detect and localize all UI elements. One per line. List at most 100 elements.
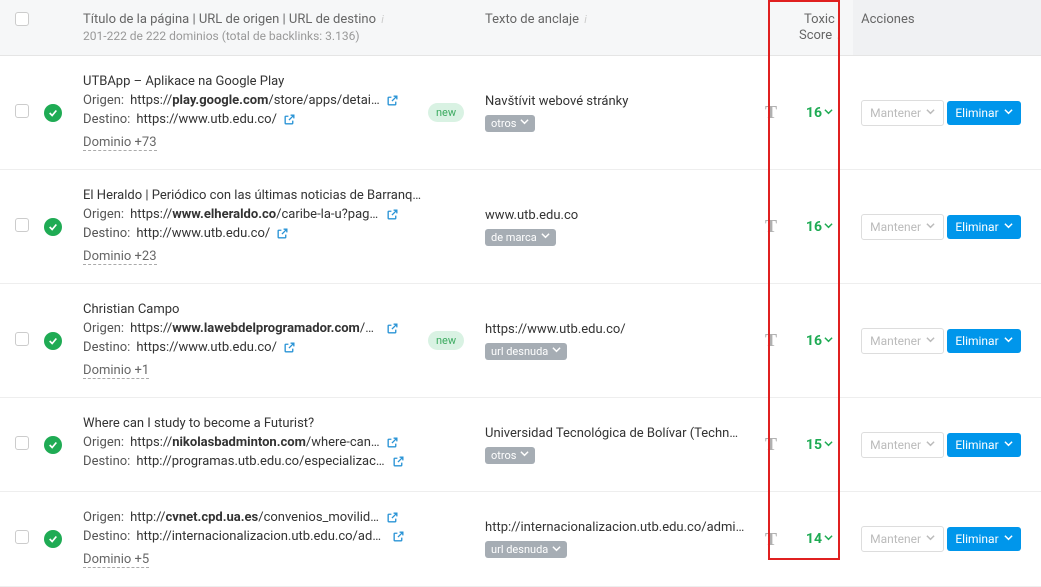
title-header-subtext: 201-222 de 222 dominios (total de backli… bbox=[83, 29, 469, 43]
keep-button[interactable]: Mantener bbox=[861, 214, 944, 240]
chevron-down-icon bbox=[824, 439, 833, 451]
external-link-icon[interactable] bbox=[386, 436, 399, 449]
external-link-icon[interactable] bbox=[283, 341, 296, 354]
row-checkbox[interactable] bbox=[15, 104, 29, 118]
external-link-icon[interactable] bbox=[392, 455, 405, 468]
info-icon[interactable]: i bbox=[584, 13, 587, 26]
delete-button[interactable]: Eliminar bbox=[947, 329, 1020, 353]
row-checkbox[interactable] bbox=[15, 218, 29, 232]
delete-button[interactable]: Eliminar bbox=[947, 101, 1020, 125]
chevron-down-icon bbox=[926, 439, 935, 451]
chevron-down-icon bbox=[552, 345, 561, 357]
anchor-tag-dropdown[interactable]: url desnuda bbox=[485, 541, 567, 558]
title-header[interactable]: Título de la página | URL de origen | UR… bbox=[75, 0, 477, 56]
destination-label: Destino: bbox=[83, 340, 130, 355]
toxic-score[interactable]: 14 bbox=[806, 531, 833, 547]
new-badge: new bbox=[428, 331, 464, 350]
actions-header-label: Acciones bbox=[861, 12, 914, 27]
external-link-icon[interactable] bbox=[386, 208, 399, 221]
chevron-down-icon bbox=[1004, 221, 1013, 233]
title-header-label: Título de la página | URL de origen | UR… bbox=[83, 12, 376, 27]
toxic-score[interactable]: 16 bbox=[806, 333, 833, 349]
keep-button[interactable]: Mantener bbox=[861, 432, 944, 458]
backlinks-table: Título de la página | URL de origen | UR… bbox=[0, 0, 1041, 587]
select-all-checkbox[interactable] bbox=[15, 12, 29, 26]
anchor-text: http://internacionalizacion.utb.edu.co/a… bbox=[485, 520, 745, 535]
info-icon[interactable]: i bbox=[381, 13, 384, 26]
table-header-row: Título de la página | URL de origen | UR… bbox=[0, 0, 1041, 56]
keep-button[interactable]: Mantener bbox=[861, 328, 944, 354]
anchor-tag-dropdown[interactable]: otros bbox=[485, 115, 535, 132]
destination-label: Destino: bbox=[83, 454, 130, 469]
new-badge: new bbox=[428, 103, 464, 122]
chevron-down-icon bbox=[1004, 439, 1013, 451]
origin-url[interactable]: http://cvnet.cpd.ua.es/convenios_movilid… bbox=[130, 510, 380, 525]
chevron-down-icon bbox=[1004, 107, 1013, 119]
anchor-tag-dropdown[interactable]: otros bbox=[485, 447, 535, 464]
origin-url[interactable]: https://www.lawebdelprogramador.com/p… bbox=[130, 321, 380, 336]
table-row: UTBApp – Aplikace na Google PlayOrigen: … bbox=[0, 56, 1041, 170]
chevron-down-icon bbox=[1004, 533, 1013, 545]
destination-label: Destino: bbox=[83, 226, 130, 241]
delete-button[interactable]: Eliminar bbox=[947, 433, 1020, 457]
keep-button[interactable]: Mantener bbox=[861, 526, 944, 552]
toxic-score[interactable]: 16 bbox=[806, 105, 833, 121]
external-link-icon[interactable] bbox=[386, 322, 399, 335]
score-header[interactable]: Toxic Score i bbox=[786, 0, 853, 56]
table-row: El Heraldo | Periódico con las últimas n… bbox=[0, 170, 1041, 284]
chevron-down-icon bbox=[541, 231, 550, 243]
table-row: Origen: http://cvnet.cpd.ua.es/convenios… bbox=[0, 492, 1041, 587]
status-ok-icon bbox=[44, 436, 62, 454]
chevron-down-icon bbox=[926, 533, 935, 545]
domain-count-link[interactable]: Dominio +23 bbox=[83, 249, 156, 265]
chevron-down-icon bbox=[824, 335, 833, 347]
page-title: El Heraldo | Periódico con las últimas n… bbox=[83, 188, 423, 203]
table-row: Christian CampoOrigen: https://www.laweb… bbox=[0, 284, 1041, 398]
anchor-header-label: Texto de anclaje bbox=[485, 12, 579, 27]
anchor-tag-dropdown[interactable]: de marca bbox=[485, 229, 556, 246]
destination-url[interactable]: https://www.utb.edu.co/ bbox=[136, 112, 277, 127]
external-link-icon[interactable] bbox=[276, 227, 289, 240]
row-checkbox[interactable] bbox=[15, 530, 29, 544]
destination-url[interactable]: http://programas.utb.edu.co/especializac… bbox=[136, 454, 386, 469]
anchor-text: https://www.utb.edu.co/ bbox=[485, 322, 745, 337]
keep-button[interactable]: Mantener bbox=[861, 100, 944, 126]
domain-count-link[interactable]: Dominio +5 bbox=[83, 552, 149, 568]
destination-url[interactable]: http://internacionalizacion.utb.edu.co/a… bbox=[136, 529, 386, 544]
chevron-down-icon bbox=[824, 221, 833, 233]
domain-count-link[interactable]: Dominio +73 bbox=[83, 135, 156, 151]
domain-count-link[interactable]: Dominio +1 bbox=[83, 363, 149, 379]
toxic-score[interactable]: 16 bbox=[806, 219, 833, 235]
origin-url[interactable]: https://www.elheraldo.co/caribe-la-u?pag… bbox=[130, 207, 380, 222]
row-checkbox[interactable] bbox=[15, 436, 29, 450]
origin-url[interactable]: https://nikolasbadminton.com/where-can-i… bbox=[130, 435, 380, 450]
destination-label: Destino: bbox=[83, 529, 130, 544]
text-type-icon: T bbox=[765, 102, 777, 122]
text-type-icon: T bbox=[765, 529, 777, 549]
row-checkbox[interactable] bbox=[15, 332, 29, 346]
toxic-score[interactable]: 15 bbox=[806, 437, 833, 453]
delete-button[interactable]: Eliminar bbox=[947, 527, 1020, 551]
status-header bbox=[44, 0, 75, 56]
origin-label: Origen: bbox=[83, 207, 124, 222]
destination-url[interactable]: http://www.utb.edu.co/ bbox=[136, 226, 270, 241]
external-link-icon[interactable] bbox=[386, 94, 399, 107]
select-all-header[interactable] bbox=[0, 0, 44, 56]
anchor-tag-dropdown[interactable]: url desnuda bbox=[485, 343, 567, 360]
external-link-icon[interactable] bbox=[392, 530, 405, 543]
info-icon[interactable]: i bbox=[837, 29, 840, 42]
delete-button[interactable]: Eliminar bbox=[947, 215, 1020, 239]
external-link-icon[interactable] bbox=[283, 113, 296, 126]
external-link-icon[interactable] bbox=[386, 511, 399, 524]
origin-url[interactable]: https://play.google.com/store/apps/detai… bbox=[130, 93, 380, 108]
destination-url[interactable]: https://www.utb.edu.co/ bbox=[136, 340, 277, 355]
status-ok-icon bbox=[44, 104, 62, 122]
chevron-down-icon bbox=[1004, 335, 1013, 347]
anchor-text: www.utb.edu.co bbox=[485, 208, 745, 223]
page-title: UTBApp – Aplikace na Google Play bbox=[83, 74, 423, 89]
actions-header: Acciones bbox=[853, 0, 1041, 56]
destination-label: Destino: bbox=[83, 112, 130, 127]
anchor-header[interactable]: Texto de anclaje i bbox=[477, 0, 756, 56]
anchor-text: Universidad Tecnológica de Bolívar (Tech… bbox=[485, 426, 745, 441]
text-type-icon: T bbox=[765, 330, 777, 350]
